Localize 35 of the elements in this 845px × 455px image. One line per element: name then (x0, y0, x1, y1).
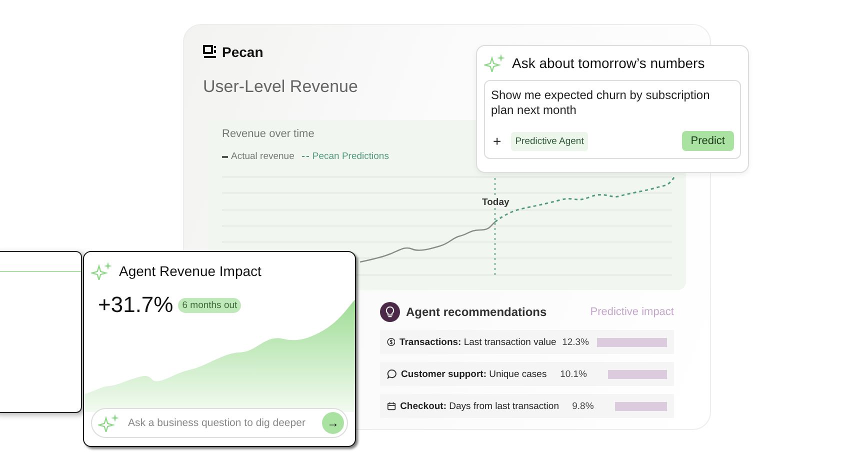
sparkle-icon (98, 414, 120, 432)
impact-bar (615, 402, 667, 410)
predict-button[interactable]: Predict (682, 131, 734, 151)
logo-icon (203, 45, 217, 59)
chart-title: Revenue over time (222, 128, 314, 140)
card-title: Agent Revenue Impact (119, 263, 262, 279)
chat-bubble-icon (387, 369, 397, 379)
lightbulb-icon (380, 302, 400, 322)
dollar-icon (387, 337, 396, 347)
section-title: Agent recommendations (406, 305, 547, 319)
add-button[interactable]: + (491, 133, 504, 149)
calendar-icon (387, 401, 396, 411)
recommendation-text: Checkout: Days from last transaction (400, 400, 559, 412)
legend-item: Pecan Predictions (302, 151, 389, 162)
recommendation-text: Transactions: Last transaction value (399, 336, 556, 348)
sparkle-icon (484, 54, 506, 72)
impact-bar (608, 370, 667, 378)
brand-name: Pecan (222, 44, 264, 60)
legend-item: Actual revenue (222, 151, 294, 162)
agent-chip: Predictive Agent (511, 132, 588, 150)
today-label: Today (482, 197, 510, 208)
column-header: Predictive impact (590, 306, 674, 318)
send-button[interactable]: → (322, 412, 344, 434)
sparkle-icon (91, 262, 113, 280)
period-badge: 6 months out (178, 298, 242, 312)
recommendation-text: Customer support: Unique cases (401, 368, 547, 380)
card-title: Ask about tomorrow’s numbers (512, 55, 705, 71)
page-title: User-Level Revenue (203, 77, 358, 97)
impact-percent: 12.3% (561, 336, 589, 348)
impact-bar (597, 338, 667, 346)
impact-percent: 10.1% (559, 368, 587, 380)
impact-value: +31.7% (98, 292, 174, 318)
impact-percent: 9.8% (571, 400, 594, 412)
question-field[interactable]: Ask a business question to dig deeper → (91, 408, 348, 438)
query-field[interactable]: Show me expected churn by subscription plan next month + Predictive Agent Predict (484, 80, 741, 159)
